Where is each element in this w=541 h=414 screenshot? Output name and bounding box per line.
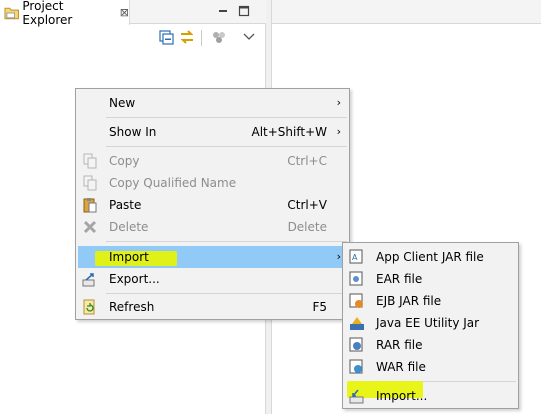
menu-item-label: Java EE Utility Jar — [376, 316, 480, 330]
rar-file-icon — [349, 337, 363, 352]
submenu-arrow-icon: › — [336, 96, 341, 109]
menu-item-label: WAR file — [376, 360, 426, 374]
refresh-icon — [83, 299, 95, 315]
ejb-jar-file-icon — [349, 293, 363, 308]
folder-icon — [4, 7, 19, 19]
submenu-item-import-more[interactable]: Import... — [345, 381, 516, 407]
submenu-item-app-client-jar[interactable]: A App Client JAR file — [345, 246, 516, 268]
menu-item-new[interactable]: New › — [78, 92, 347, 114]
menu-item-show-in[interactable]: Show In Alt+Shift+W › — [78, 121, 347, 143]
link-with-editor-icon[interactable] — [178, 28, 196, 46]
submenu-item-rar-file[interactable]: RAR file — [345, 334, 516, 356]
menu-item-copy-qualified-name[interactable]: Copy Qualified Name — [78, 172, 347, 194]
menu-separator — [106, 293, 347, 294]
menu-item-label: Import — [109, 250, 149, 264]
submenu-item-war-file[interactable]: WAR file — [345, 356, 516, 378]
menu-separator — [106, 146, 347, 147]
menu-item-import[interactable]: Import › — [78, 246, 347, 268]
menu-item-label: EAR file — [376, 272, 423, 286]
menu-item-label: Delete — [109, 220, 149, 234]
view-title: Project Explorer — [22, 0, 73, 27]
menu-item-paste[interactable]: Paste Ctrl+V — [78, 194, 347, 216]
menu-item-shortcut: Ctrl+C — [287, 154, 327, 168]
menu-item-label: Refresh — [109, 300, 155, 314]
submenu-arrow-icon: › — [336, 125, 341, 138]
menu-item-label: New — [109, 96, 136, 110]
menu-item-label: RAR file — [376, 338, 423, 352]
menu-item-label: Paste — [109, 198, 142, 212]
copy-qualified-name-icon — [83, 175, 97, 191]
toolbar-divider — [201, 30, 202, 46]
war-file-icon — [349, 359, 363, 374]
menu-item-refresh[interactable]: Refresh F5 — [78, 296, 347, 318]
paste-icon — [83, 198, 97, 213]
menu-item-copy[interactable]: Copy Ctrl+C — [78, 150, 347, 172]
menu-item-label: App Client JAR file — [376, 250, 484, 264]
menu-item-label: Copy — [109, 154, 140, 168]
menu-separator — [106, 241, 347, 242]
view-menu-icon[interactable] — [240, 28, 258, 46]
menu-item-delete[interactable]: Delete Delete — [78, 216, 347, 238]
menu-separator — [106, 117, 347, 118]
maximize-icon[interactable] — [237, 4, 251, 18]
app-client-jar-icon: A — [349, 249, 363, 264]
filter-icon[interactable] — [210, 28, 228, 46]
menu-item-shortcut: F5 — [312, 300, 327, 314]
delete-icon — [83, 220, 97, 234]
menu-item-label: EJB JAR file — [376, 294, 442, 308]
copy-icon — [83, 153, 97, 169]
ear-file-icon — [349, 271, 363, 286]
menu-item-shortcut: Alt+Shift+W — [251, 125, 328, 139]
menu-item-shortcut: Ctrl+V — [287, 198, 327, 212]
minimize-icon[interactable] — [216, 4, 230, 18]
menu-item-label: Copy Qualified Name — [109, 176, 237, 190]
view-tab-bar: Project Explorer ⊠ — [0, 0, 266, 27]
import-icon — [349, 389, 364, 404]
submenu-arrow-icon: › — [336, 250, 341, 263]
java-ee-utility-jar-icon — [350, 317, 364, 330]
menu-item-export[interactable]: Export... — [78, 268, 347, 290]
submenu-item-ear-file[interactable]: EAR file — [345, 268, 516, 290]
menu-item-shortcut: Delete — [287, 220, 327, 234]
menu-item-label: Show In — [109, 125, 157, 139]
collapse-all-icon[interactable] — [157, 28, 175, 46]
project-explorer-tab[interactable]: Project Explorer ⊠ — [0, 0, 130, 27]
svg-text:A: A — [352, 253, 358, 262]
close-tab-icon[interactable]: ⊠ — [120, 6, 129, 19]
editor-tab-bar — [272, 0, 541, 24]
menu-item-label: Export... — [109, 272, 160, 286]
context-menu: New › Show In Alt+Shift+W › Copy Ctrl+C … — [75, 88, 350, 320]
export-icon — [82, 273, 95, 287]
submenu-item-ejb-jar-file[interactable]: EJB JAR file — [345, 290, 516, 312]
import-submenu: A App Client JAR file EAR file EJB JAR f… — [342, 242, 519, 409]
submenu-item-java-ee-utility-jar[interactable]: Java EE Utility Jar — [345, 312, 516, 334]
menu-item-label: Import... — [376, 389, 428, 403]
